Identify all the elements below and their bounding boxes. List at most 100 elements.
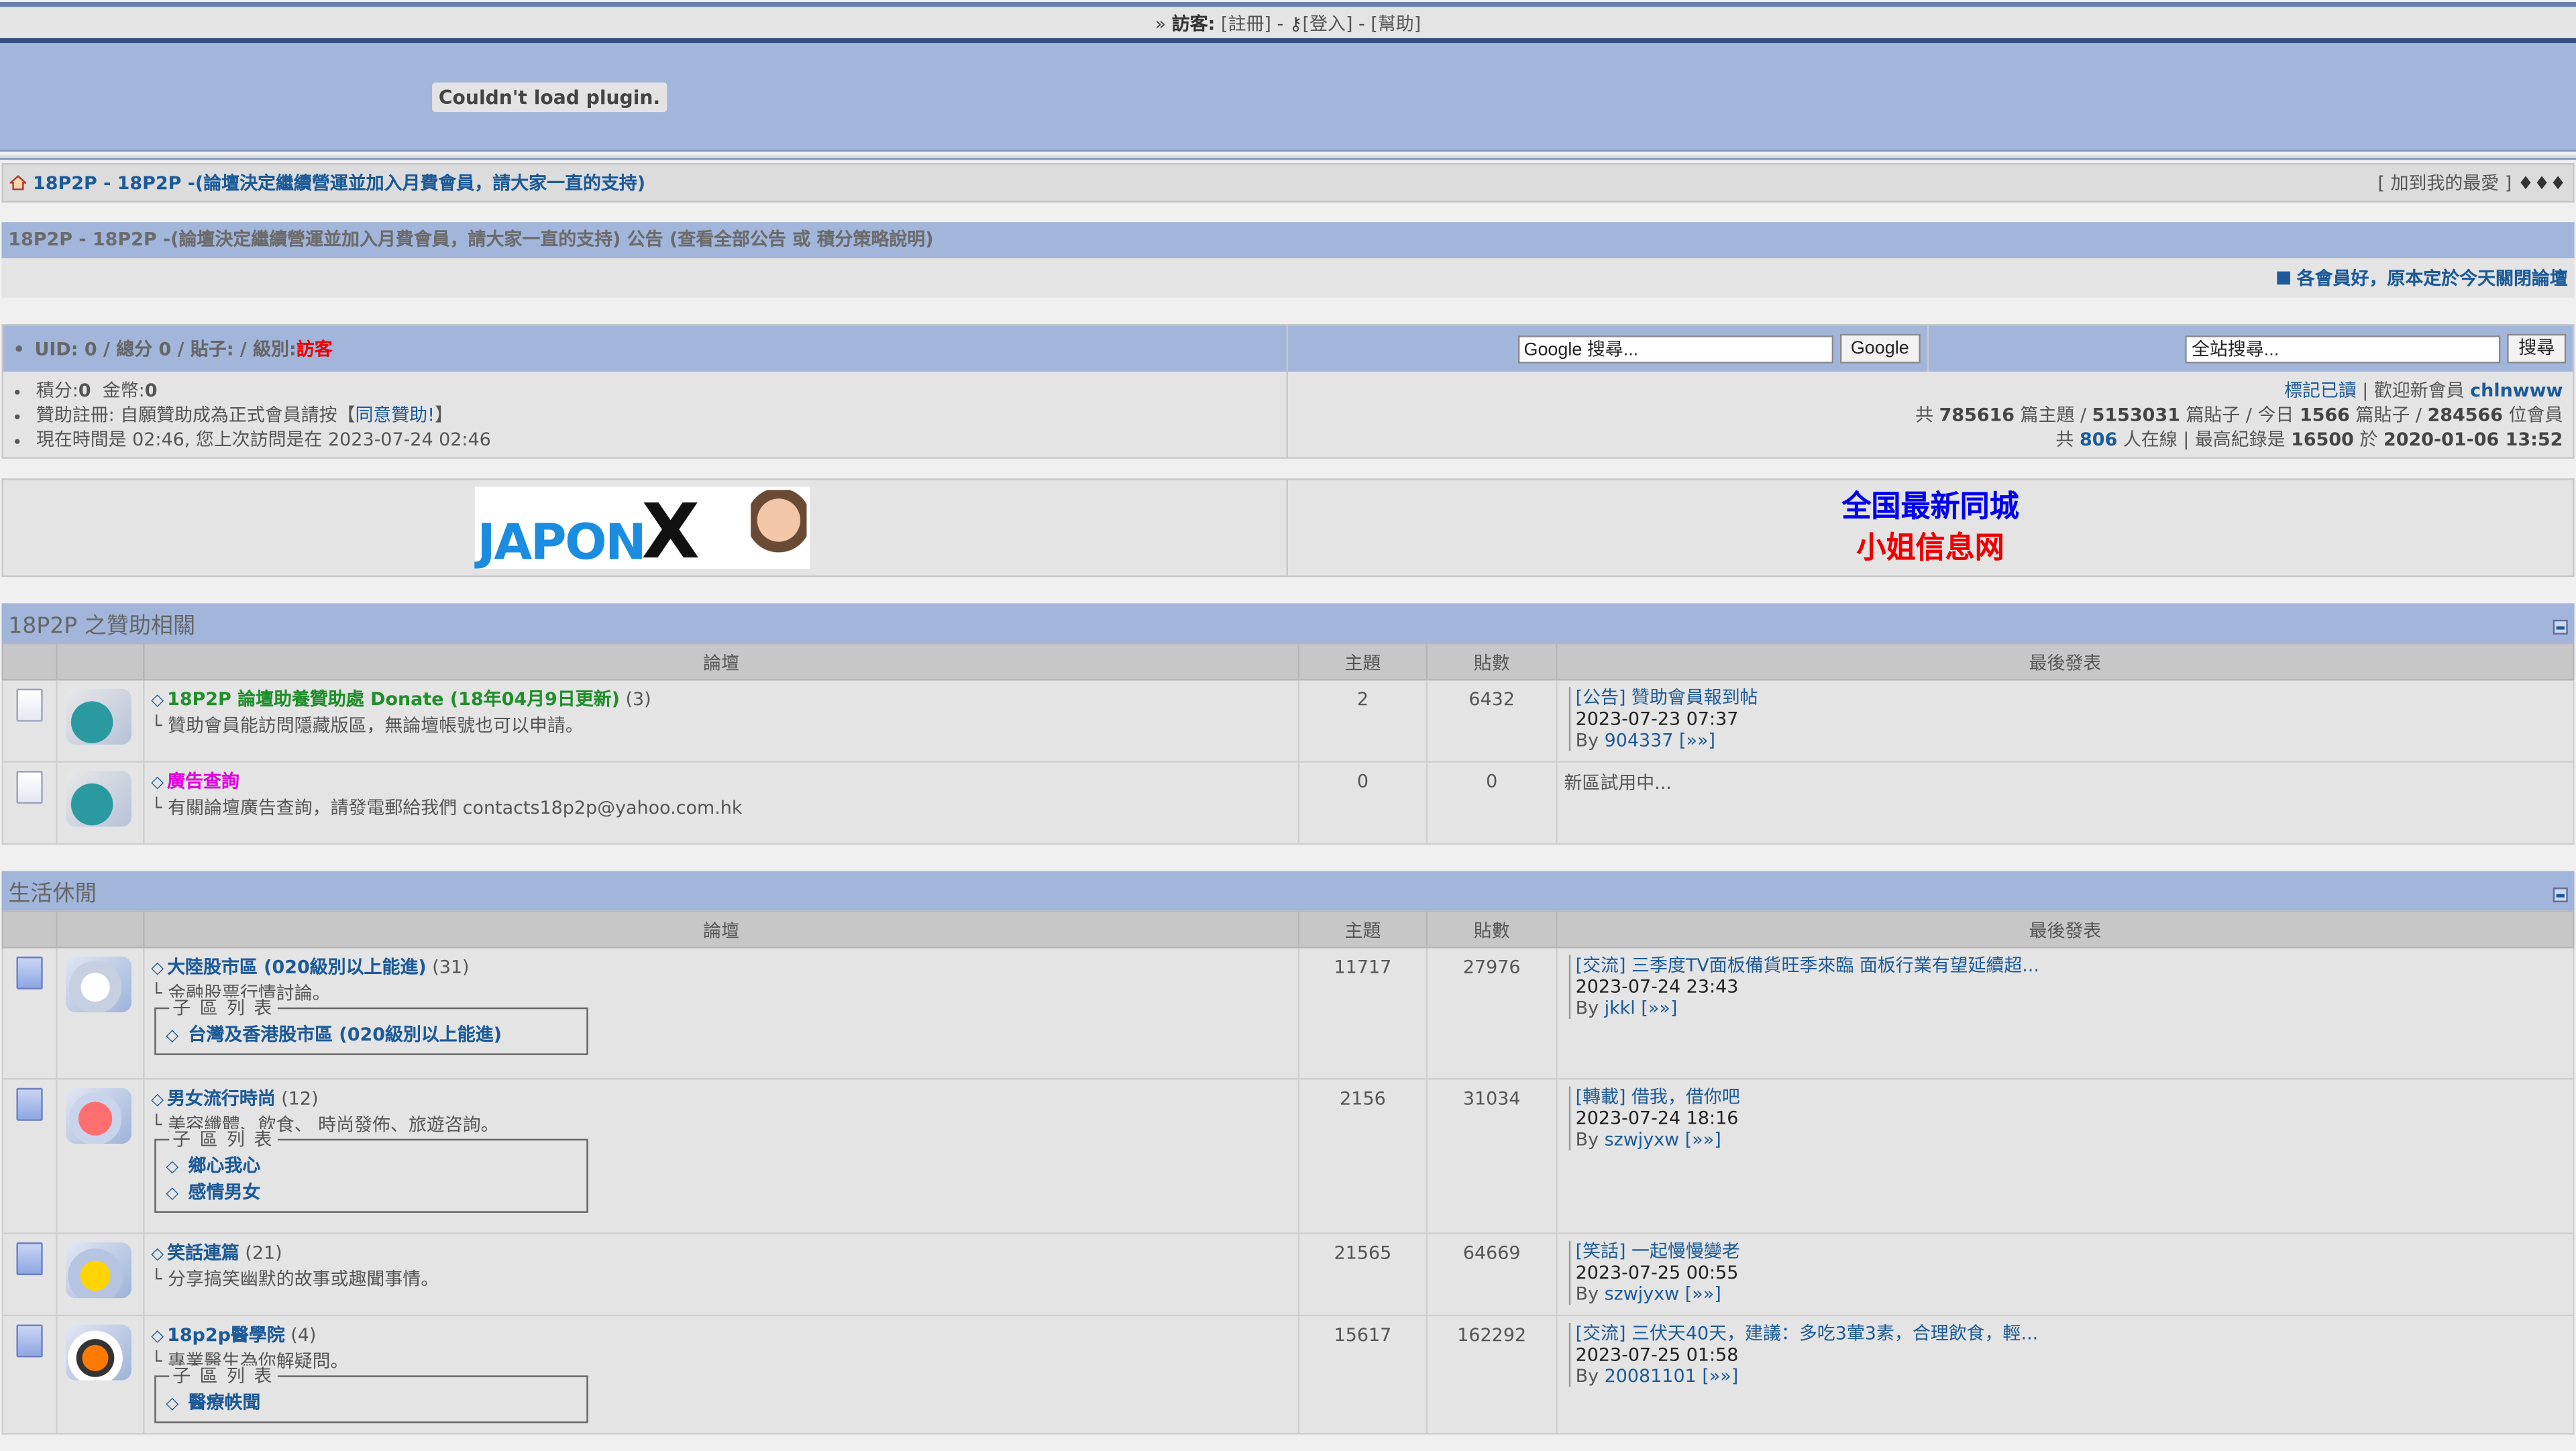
japonx-ad-banner[interactable]: JAPON X (474, 486, 810, 569)
login-link[interactable]: [登入] (1303, 13, 1353, 35)
last-post-link[interactable]: [交流] 三伏天40天，建議：多吃3葷3素，合理飲食，輕... (1576, 1323, 2039, 1344)
forum-icon-cell (56, 1232, 145, 1317)
announcement-header[interactable]: 18P2P - 18P2P -(論壇決定繼續營運並加入月費會員，請大家一直的支持… (1, 222, 2575, 259)
breadcrumb-title-wrap: 18P2P - 18P2P -(論壇決定繼續營運並加入月費會員，請大家一直的支持… (8, 170, 645, 196)
last-post-link[interactable]: [交流] 三季度TV面板備貨旺季來臨 面板行業有望延續超... (1576, 955, 2039, 976)
category-title[interactable]: 生活休閒 (8, 874, 97, 907)
forum-cell: ◇ 笑話連篇 (21) └ 分享搞笑幽默的故事或趣聞事情。 (143, 1232, 1300, 1317)
by-label: By (1575, 1365, 1599, 1387)
forum-link[interactable]: 笑話連篇 (167, 1242, 239, 1264)
forum-icon-cell (56, 1078, 145, 1234)
table-row: ◇ 18p2p醫學院 (4) └ 專業醫生為你解疑問。 子 區 列 表 ◇ 醫療帙… (1, 1314, 2575, 1435)
last-post-cell: [轉載] 借我，借你吧 2023-07-24 18:16 By szwjyxw … (1556, 1078, 2575, 1234)
new-member-link[interactable]: chlnwww (2470, 380, 2563, 401)
forum-link[interactable]: 18p2p醫學院 (167, 1324, 285, 1346)
status-cell (1, 1078, 58, 1234)
more-menu-icon[interactable]: ♦♦♦ (2518, 173, 2566, 195)
category-leisure: 生活休閒 論壇 主題 貼數 最後發表 ◇ 大陸股市區 (020級別以上能進) (3… (1, 871, 2575, 1435)
category-title[interactable]: 18P2P 之贊助相關 (8, 606, 195, 639)
author-link[interactable]: 904337 (1605, 730, 1674, 751)
forum-link[interactable]: 18P2P 論壇助養贊助處 Donate (18年04月9日更新) (167, 689, 620, 710)
google-search-button[interactable]: Google (1839, 333, 1921, 364)
record-label: 於 (2359, 429, 2378, 451)
author-link[interactable]: szwjyxw (1605, 1129, 1680, 1150)
register-link[interactable]: [註冊] (1221, 13, 1271, 35)
subforum-item: ◇ 醫療帙聞 (166, 1390, 576, 1416)
by-label: By (1575, 1283, 1599, 1305)
diamond-icon: ◇ (166, 1159, 179, 1177)
no-new-posts-icon (16, 771, 43, 804)
coins-label: 金幣: (102, 380, 145, 402)
header-last-post: 最後發表 (1556, 643, 2575, 681)
total-prefix: 共 (1915, 405, 1934, 426)
forum-link[interactable]: 廣告查詢 (167, 771, 239, 792)
subforum-count: (21) (245, 1242, 282, 1264)
forum-link[interactable]: 大陸股市區 (020級別以上能進) (167, 957, 427, 978)
collapse-icon[interactable] (2553, 886, 2568, 902)
sponsor-line: 贊助註冊: 自願贊助成為正式會員請按【同意贊助!】 (36, 403, 1287, 428)
diamond-icon: ◇ (151, 774, 164, 792)
site-search-button[interactable]: 搜尋 (2507, 333, 2567, 364)
forum-title-line: ◇ 廣告查詢 (151, 769, 1291, 796)
mark-read-link[interactable]: 標記已讀 (2284, 380, 2357, 401)
user-info-panel: • UID: 0 / 總分 0 / 貼子: / 級別:訪客 積分:0 金幣:0 … (1, 324, 2575, 459)
forum-description: └ 金融股票行情討論。 (151, 983, 331, 1004)
bullet-icon: • (13, 337, 25, 360)
forum-title-line: ◇ 18p2p醫學院 (4) (151, 1323, 1291, 1349)
site-search: 搜尋 (1929, 325, 2573, 372)
forum-cell: ◇ 男女流行時尚 (12) └ 美容纖體、飲食、 時尚發佈、旅遊咨詢。 子 區 列… (143, 1078, 1300, 1234)
subforum-link[interactable]: 醫療帙聞 (189, 1392, 261, 1413)
author-link[interactable]: jkkl (1605, 998, 1635, 1019)
last-post-cell: [交流] 三伏天40天，建議：多吃3葷3素，合理飲食，輕... 2023-07-… (1556, 1314, 2575, 1435)
record-date: 2020-01-06 13:52 (2383, 429, 2563, 451)
separator: - (1271, 13, 1289, 35)
by-label: By (1575, 729, 1599, 751)
add-favorite-link[interactable]: [ 加到我的最愛 ] (2378, 173, 2512, 195)
collapse-icon[interactable] (2553, 619, 2568, 634)
forum-link[interactable]: 男女流行時尚 (167, 1088, 276, 1110)
header-last-post: 最後發表 (1556, 910, 2575, 949)
bullet-icon (2277, 271, 2290, 285)
points-line: 積分:0 金幣:0 (36, 378, 1287, 403)
user-level: 訪客 (296, 339, 333, 360)
author-link[interactable]: szwjyxw (1605, 1283, 1680, 1305)
last-post: [公告] 贊助會員報到帖 2023-07-23 07:37 By 904337 … (1568, 687, 2567, 751)
jump-link[interactable]: [»»] (1685, 1283, 1721, 1305)
jump-link[interactable]: [»»] (1679, 730, 1715, 751)
forum-table: 論壇 主題 貼數 最後發表 ◇ 18P2P 論壇助養贊助處 Donate (18年… (1, 643, 2575, 845)
last-post-link[interactable]: [笑話] 一起慢慢變老 (1576, 1241, 1740, 1262)
subforum-link[interactable]: 鄉心我心 (189, 1155, 261, 1177)
home-icon[interactable] (8, 174, 28, 191)
status-cell (1, 1232, 58, 1317)
announcement-ticker: 各會員好，原本定於今天關閉論壇 (1, 258, 2575, 298)
subforum-link[interactable]: 台灣及香港股市區 (020級別以上能進) (189, 1024, 502, 1045)
jump-link[interactable]: [»»] (1685, 1129, 1721, 1150)
topic-count: 0 (1297, 761, 1428, 845)
subforum-link[interactable]: 感情男女 (189, 1181, 261, 1203)
online-count-link[interactable]: 806 (2080, 429, 2117, 451)
top-border (0, 2, 2576, 7)
new-posts-icon (16, 1087, 43, 1121)
subforum-item: ◇ 感情男女 (166, 1180, 576, 1206)
subforum-legend: 子 區 列 表 (169, 1365, 277, 1387)
site-search-input[interactable] (2185, 334, 2501, 363)
google-search-input[interactable] (1517, 334, 1833, 363)
total-posts: 5153031 (2092, 405, 2180, 426)
help-link[interactable]: [幫助] (1371, 13, 1421, 35)
last-post-link[interactable]: [公告] 贊助會員報到帖 (1576, 687, 1758, 708)
posts-label: 篇貼子 / 今日 (2186, 405, 2294, 426)
forum-home-link[interactable]: 18P2P - 18P2P -(論壇決定繼續營運並加入月費會員，請大家一直的支持… (33, 170, 645, 196)
welcome-label: 歡迎新會員 (2373, 380, 2465, 402)
ad-right[interactable]: 全国最新同城 小姐信息网 (1288, 480, 2573, 576)
last-post-link[interactable]: [轉載] 借我，借你吧 (1576, 1086, 1740, 1108)
author-link[interactable]: 20081101 (1605, 1366, 1697, 1387)
forum-description: └ 專業醫生為你解疑問。 (151, 1350, 349, 1373)
last-post-placeholder: 新區試用中... (1564, 772, 1672, 794)
last-post-author-line: By 20081101 [»»] (1576, 1366, 2567, 1387)
jump-link[interactable]: [»»] (1641, 998, 1677, 1019)
sponsor-link[interactable]: 同意贊助! (355, 405, 435, 426)
ad-line-1[interactable]: 全国最新同城 (1841, 486, 2019, 527)
jump-link[interactable]: [»»] (1702, 1366, 1738, 1387)
ad-line-2[interactable]: 小姐信息网 (1856, 528, 2004, 569)
announcement-link[interactable]: 各會員好，原本定於今天關閉論壇 (2297, 265, 2568, 291)
